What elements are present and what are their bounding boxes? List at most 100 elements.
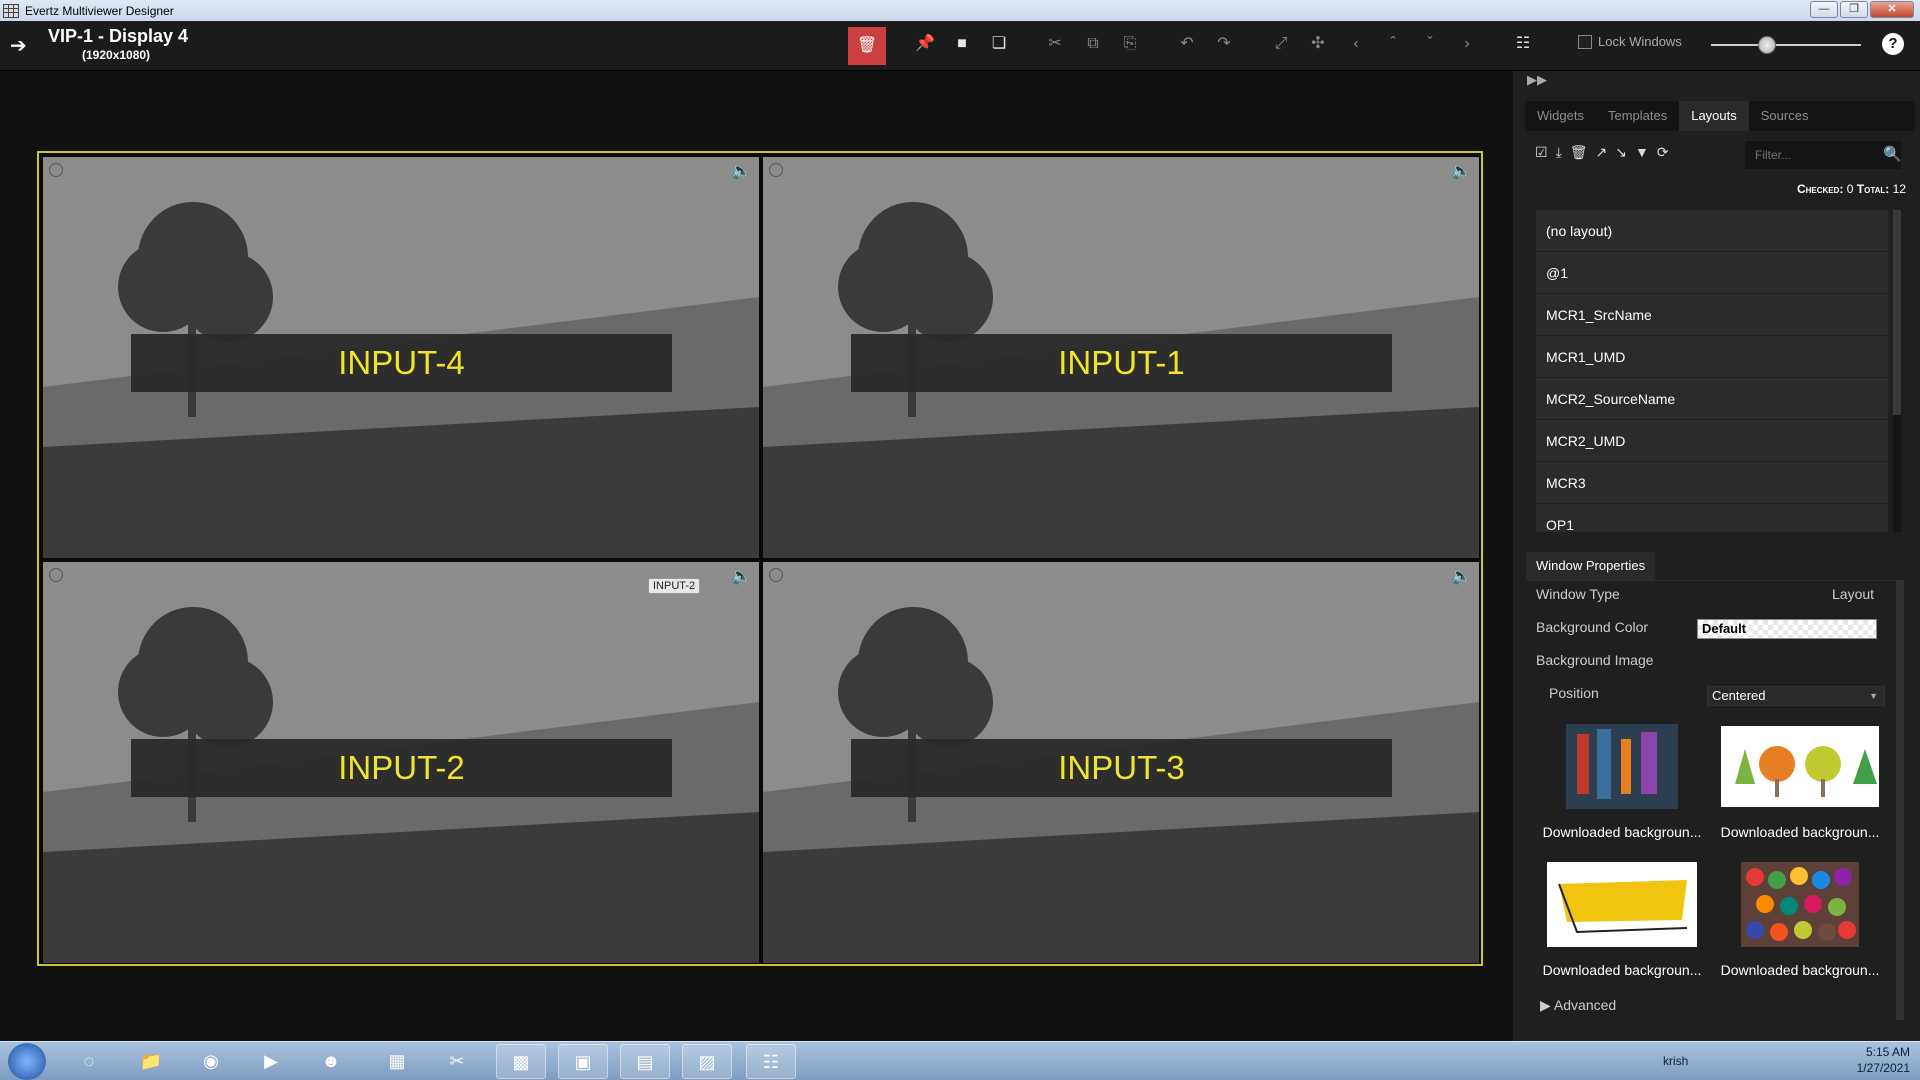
- import-icon[interactable]: ↘: [1615, 144, 1627, 161]
- window-tile-input-4[interactable]: INPUT-4 🔈: [43, 157, 759, 558]
- display-title: VIP-1 - Display 4: [48, 26, 189, 46]
- delete-button[interactable]: 🗑: [848, 27, 886, 65]
- snipping-tool-icon[interactable]: ✂: [432, 1044, 482, 1079]
- tab-window-properties[interactable]: Window Properties: [1526, 552, 1656, 580]
- trash-icon: 🗑: [856, 37, 878, 54]
- refresh-icon[interactable]: ⟳: [1657, 144, 1669, 161]
- maximize-button[interactable]: ❐: [1840, 1, 1868, 18]
- filter-icon[interactable]: ▼: [1635, 144, 1649, 160]
- media-player-icon[interactable]: ▶: [246, 1044, 296, 1079]
- copy-icon[interactable]: ⧉: [1081, 32, 1105, 56]
- speaker-icon: 🔈: [731, 568, 751, 585]
- window-tile-input-3[interactable]: INPUT-3 🔈: [763, 562, 1479, 963]
- start-button[interactable]: [8, 1043, 46, 1080]
- user-app-icon[interactable]: ☻: [306, 1044, 356, 1079]
- nudge-left-icon[interactable]: ‹: [1344, 32, 1368, 56]
- background-thumbnail[interactable]: Downloaded backgroun...: [1715, 862, 1885, 984]
- list-item[interactable]: @1: [1536, 252, 1888, 294]
- position-select[interactable]: Centered ▼: [1707, 686, 1885, 706]
- umd-label: INPUT-1: [1058, 344, 1185, 381]
- collapse-panel-icon[interactable]: ▶▶: [1527, 72, 1547, 88]
- tab-sources[interactable]: Sources: [1749, 101, 1821, 131]
- nudge-down-icon[interactable]: ˇ: [1418, 32, 1442, 56]
- multiviewer-app-icon[interactable]: ☷: [746, 1044, 796, 1079]
- scrollbar-thumb[interactable]: [1896, 580, 1904, 1020]
- window-tile-input-2[interactable]: INPUT-2 🔈 INPUT-2: [43, 562, 759, 963]
- layout-list-scrollbar[interactable]: [1893, 210, 1901, 532]
- undo-icon[interactable]: ↶: [1175, 32, 1199, 56]
- lock-windows-checkbox[interactable]: [1578, 34, 1592, 49]
- scrollbar-thumb[interactable]: [1893, 210, 1901, 415]
- nudge-right-icon[interactable]: ›: [1455, 32, 1479, 56]
- list-item[interactable]: MCR1_UMD: [1536, 336, 1888, 378]
- paste-icon[interactable]: ⎘: [1118, 32, 1142, 56]
- send-back-icon[interactable]: ❏: [987, 32, 1011, 56]
- background-thumbnail[interactable]: Downloaded backgroun...: [1715, 724, 1885, 846]
- chat-icon[interactable]: ▨: [682, 1044, 732, 1079]
- redo-icon[interactable]: ↷: [1212, 32, 1236, 56]
- advanced-section-toggle[interactable]: ▶ Advanced: [1540, 997, 1616, 1014]
- chrome-icon[interactable]: ◉: [186, 1044, 236, 1079]
- file-explorer-icon[interactable]: 📁: [126, 1044, 176, 1079]
- tab-layouts[interactable]: Layouts: [1679, 101, 1749, 131]
- lock-windows-label: Lock Windows: [1598, 34, 1682, 49]
- pycharm-icon[interactable]: ▦: [372, 1044, 422, 1079]
- resize-icon[interactable]: ⤢: [1269, 32, 1293, 56]
- nudge-up-icon[interactable]: ˆ: [1381, 32, 1405, 56]
- divider: [1526, 580, 1904, 581]
- background-thumbnail[interactable]: Downloaded backgroun...: [1537, 862, 1707, 984]
- window-titlebar: Evertz Multiviewer Designer — ❐ ✕: [0, 0, 1920, 21]
- window-tile-input-1[interactable]: INPUT-1 🔈: [763, 157, 1479, 558]
- layout-canvas[interactable]: INPUT-4 🔈 INPUT-1 🔈 INPUT-2 🔈 INPUT-2 IN…: [0, 71, 1513, 1041]
- thumbnail-caption: Downloaded backgroun...: [1542, 962, 1702, 978]
- expand-arrow-icon: ▶: [1540, 997, 1551, 1013]
- bring-front-icon[interactable]: ■: [950, 32, 974, 56]
- list-item[interactable]: (no layout): [1536, 210, 1888, 252]
- checked-label: Checked:: [1796, 182, 1844, 196]
- pin-icon[interactable]: 📌: [913, 32, 937, 56]
- download-icon[interactable]: ⤓: [1556, 144, 1562, 161]
- list-item[interactable]: MCR1_SrcName: [1536, 294, 1888, 336]
- umd-label: INPUT-4: [338, 344, 465, 381]
- back-arrow-icon[interactable]: ➔: [10, 33, 27, 58]
- zoom-slider[interactable]: [1711, 36, 1861, 54]
- tab-templates[interactable]: Templates: [1596, 101, 1679, 131]
- chevron-down-icon: ▼: [1869, 691, 1878, 701]
- list-item[interactable]: MCR2_UMD: [1536, 420, 1888, 462]
- thumbnail-caption: Downloaded backgroun...: [1542, 824, 1702, 840]
- yellow-banner-image: [1547, 862, 1697, 947]
- main-toolbar: ➔ VIP-1 - Display 4 (1920x1080) 🗑 📌 ■ ❏ …: [0, 21, 1920, 71]
- minimize-button[interactable]: —: [1810, 1, 1838, 18]
- internet-explorer-icon[interactable]: ◌: [64, 1044, 114, 1079]
- list-item[interactable]: MCR3: [1536, 462, 1888, 504]
- cut-icon[interactable]: ✂: [1043, 32, 1067, 56]
- background-image-label: Background Image: [1536, 652, 1654, 668]
- export-icon[interactable]: ↗: [1596, 144, 1608, 161]
- close-button[interactable]: ✕: [1870, 1, 1914, 18]
- photo-viewer-icon[interactable]: ▤: [620, 1044, 670, 1079]
- background-thumbnail[interactable]: Downloaded backgroun...: [1537, 724, 1707, 846]
- status-icon: [769, 568, 783, 582]
- system-clock[interactable]: 5:15 AM 1/27/2021: [1857, 1044, 1910, 1076]
- app-icon[interactable]: ▣: [558, 1044, 608, 1079]
- layout-filter-input[interactable]: [1745, 141, 1901, 169]
- zoom-slider-knob[interactable]: [1758, 36, 1776, 54]
- list-item[interactable]: OP1: [1536, 504, 1888, 532]
- trash-icon[interactable]: 🗑: [1570, 144, 1588, 161]
- tab-widgets[interactable]: Widgets: [1525, 101, 1596, 131]
- search-icon[interactable]: 🔍: [1883, 145, 1902, 163]
- total-value: 12: [1892, 182, 1906, 196]
- help-button[interactable]: ?: [1882, 33, 1904, 55]
- network-icon[interactable]: ☷: [1511, 32, 1535, 56]
- check-all-icon[interactable]: ☑: [1535, 144, 1548, 161]
- display-frame[interactable]: INPUT-4 🔈 INPUT-1 🔈 INPUT-2 🔈 INPUT-2 IN…: [37, 151, 1483, 966]
- move-icon[interactable]: ✣: [1306, 32, 1330, 56]
- window-title: Evertz Multiviewer Designer: [25, 3, 174, 18]
- advanced-label: Advanced: [1553, 997, 1617, 1013]
- status-icon: [49, 568, 63, 582]
- properties-scrollbar[interactable]: [1896, 580, 1904, 1020]
- background-color-picker[interactable]: Default: [1697, 619, 1877, 639]
- list-item[interactable]: MCR2_SourceName: [1536, 378, 1888, 420]
- terminal-icon[interactable]: ▩: [496, 1044, 546, 1079]
- lock-windows-toggle[interactable]: Lock Windows: [1578, 34, 1682, 49]
